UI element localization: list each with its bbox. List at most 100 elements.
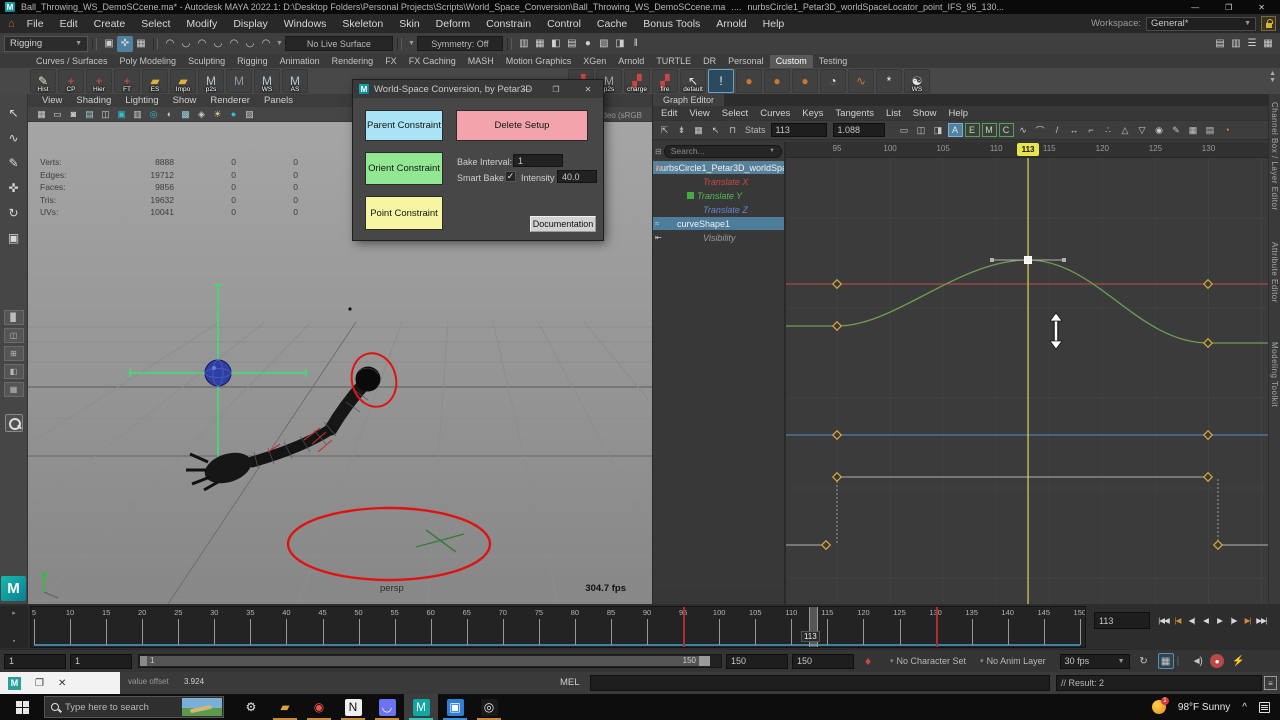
anim-layer-selector[interactable]: ▾No Anim Layer — [980, 656, 1046, 666]
tool-icon[interactable]: ▣ — [3, 227, 25, 249]
minimize-button[interactable]: — — [1191, 3, 1199, 12]
layout-button[interactable]: ◧ — [4, 364, 24, 379]
viewport-menu-item[interactable]: Show — [173, 95, 197, 106]
render-icon[interactable]: ● — [580, 36, 596, 52]
chevron-down-icon[interactable]: ▼ — [408, 40, 415, 47]
shelf-tab[interactable]: Arnold — [612, 55, 650, 68]
snap-icon[interactable]: ◡ — [242, 36, 258, 52]
menu-item[interactable]: Create — [86, 18, 134, 30]
layout-button[interactable]: ▦ — [4, 382, 24, 397]
tray-chevron-icon[interactable]: ^ — [1242, 702, 1247, 713]
snap-keys-icon[interactable]: ▦ — [1158, 653, 1174, 669]
zoom-tool-icon[interactable] — [5, 414, 23, 432]
intensity-field[interactable]: 40.0 — [557, 170, 597, 183]
tab-channel-box[interactable]: Channel Box / Layer Editor — [1270, 102, 1279, 211]
render-icon[interactable]: ▥ — [516, 36, 532, 52]
shelf-tab[interactable]: Animation — [274, 55, 326, 68]
current-frame-field[interactable]: 113 — [1094, 612, 1150, 629]
menu-item[interactable]: Control — [539, 18, 589, 30]
viewport-toolbar-icon[interactable]: ◫ — [98, 108, 113, 121]
layout-button[interactable]: ◫ — [4, 328, 24, 343]
playback-button[interactable]: |◀ — [1171, 612, 1184, 628]
shelf-tab[interactable]: Rendering — [326, 55, 380, 68]
graph-toolbar-icon[interactable]: ↖ — [708, 123, 723, 137]
shelf-tab[interactable]: FX — [379, 55, 403, 68]
viewport-toolbar-icon[interactable]: ▦ — [34, 108, 49, 121]
viewport-menu-item[interactable]: Lighting — [125, 95, 158, 106]
playback-button[interactable]: |◀◀ — [1157, 612, 1170, 628]
layout-button[interactable]: ▉ — [4, 310, 24, 325]
render-icon[interactable]: ▧ — [596, 36, 612, 52]
graph-toolbar-icon[interactable]: ∿ — [1016, 123, 1031, 137]
floating-mini-window[interactable]: M ❐ ✕ — [0, 672, 120, 694]
shelf-tab[interactable]: MASH — [462, 55, 500, 68]
shelf-tab[interactable]: Motion Graphics — [500, 55, 578, 68]
chevron-down-icon[interactable]: ▼ — [276, 40, 283, 47]
shelf-button[interactable]: ☯WS — [904, 69, 930, 93]
shelf-button[interactable]: ● — [792, 69, 818, 93]
graph-toolbar-icon[interactable]: ▭ — [897, 123, 912, 137]
shelf-button[interactable]: MWS — [254, 69, 280, 93]
time-slider[interactable]: 5101520253035404550556065707580859095100… — [30, 606, 1086, 648]
viewport-menu-item[interactable]: View — [42, 95, 62, 106]
graph-toolbar-icon[interactable]: ⇟ — [674, 123, 689, 137]
shelf-button[interactable]: ● — [736, 69, 762, 93]
viewport-toolbar-icon[interactable]: ◐ — [162, 108, 177, 121]
viewport-menu-item[interactable]: Shading — [76, 95, 111, 106]
viewport-menu-item[interactable]: Renderer — [210, 95, 250, 106]
character-set-selector[interactable]: ▾No Character Set — [890, 656, 966, 666]
selection-mask-icon[interactable]: ✜ — [117, 36, 133, 52]
graph-toolbar-icon[interactable]: ▽ — [1135, 123, 1150, 137]
menu-item[interactable]: Modify — [178, 18, 225, 30]
section-grip[interactable] — [397, 38, 402, 50]
menu-item[interactable]: Deform — [428, 18, 478, 30]
graph-toolbar-icon[interactable]: ◉ — [1152, 123, 1167, 137]
workspace-lock-icon[interactable] — [1261, 16, 1276, 31]
shelf-button[interactable]: ↖default — [680, 69, 706, 93]
home-icon[interactable]: ⌂ — [8, 18, 15, 30]
render-icon[interactable]: ▤ — [564, 36, 580, 52]
graph-toolbar-icon[interactable]: ∴ — [1101, 123, 1116, 137]
menu-item[interactable]: Constrain — [478, 18, 539, 30]
mel-label[interactable]: MEL — [560, 677, 580, 688]
section-grip[interactable] — [153, 38, 158, 50]
menu-set-selector[interactable]: Rigging ▼ — [4, 36, 88, 52]
render-icon[interactable]: ‖ — [628, 36, 644, 52]
menu-item[interactable]: Arnold — [708, 18, 754, 30]
graph-editor-menu-item[interactable]: List — [886, 108, 901, 119]
animation-start-field[interactable]: 1 — [4, 654, 66, 669]
graph-toolbar-icon[interactable]: ◔ — [1220, 123, 1235, 137]
menu-item[interactable]: Cache — [589, 18, 635, 30]
loop-mode-icon[interactable]: ↻ — [1136, 653, 1152, 669]
range-slider-bar[interactable]: 1 150 — [140, 656, 710, 666]
graph-toolbar-icon[interactable]: A — [948, 123, 963, 137]
channel-row[interactable]: Translate Z — [653, 203, 784, 216]
viewport-toolbar-icon[interactable]: ▨ — [242, 108, 257, 121]
point-constraint-button[interactable]: Point Constraint — [365, 196, 443, 230]
viewport-toolbar-icon[interactable]: ◎ — [146, 108, 161, 121]
workspace-selector[interactable]: General* ▼ — [1146, 17, 1256, 31]
graph-editor-menu-item[interactable]: Show — [913, 108, 937, 119]
taskbar-app-button[interactable]: ▣ — [438, 694, 472, 720]
character-set-icon[interactable]: ♦ — [860, 653, 876, 669]
graph-editor-menu-item[interactable]: Help — [949, 108, 969, 119]
shelf-button[interactable]: +CP — [58, 69, 84, 93]
selection-mask-icon[interactable]: ▣ — [101, 36, 117, 52]
audio-icon[interactable]: ◄) — [1188, 653, 1204, 669]
search-highlight-thumbnail[interactable] — [182, 698, 222, 716]
shelf-button[interactable]: MAS — [282, 69, 308, 93]
snap-icon[interactable]: ◠ — [258, 36, 274, 52]
animation-end-field[interactable]: 150 — [792, 654, 854, 669]
graph-toolbar-icon[interactable]: ⌒ — [1033, 123, 1048, 137]
graph-editor-title[interactable]: Graph Editor — [653, 94, 724, 106]
outliner-search-input[interactable]: Search... ▼ — [664, 145, 782, 158]
maximize-button[interactable]: ❐ — [1225, 3, 1232, 12]
shelf-button[interactable]: ▞charge — [624, 69, 650, 93]
viewport-toolbar-icon[interactable]: ▥ — [130, 108, 145, 121]
layout-button[interactable]: ⊞ — [4, 346, 24, 361]
live-surface-field[interactable]: No Live Surface — [285, 36, 393, 51]
playback-button[interactable]: ▶▶| — [1255, 612, 1268, 628]
symmetry-field[interactable]: Symmetry: Off — [417, 36, 503, 51]
range-slider[interactable]: 1 150 — [138, 654, 722, 668]
graph-toolbar-icon[interactable]: ◫ — [914, 123, 929, 137]
